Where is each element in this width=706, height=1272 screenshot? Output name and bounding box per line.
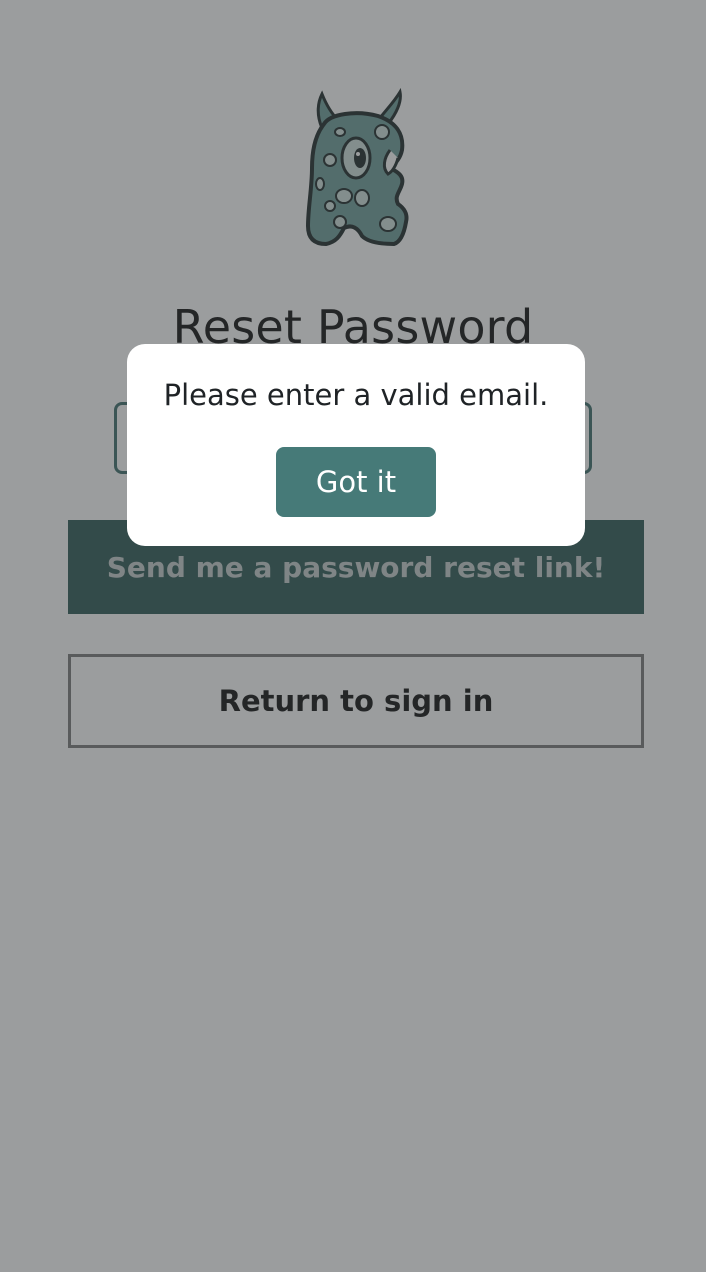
got-it-button[interactable]: Got it (276, 447, 436, 517)
dialog-message: Please enter a valid email. (163, 378, 549, 412)
alert-dialog: Please enter a valid email. Got it (127, 344, 585, 546)
modal-overlay[interactable] (0, 0, 706, 1272)
